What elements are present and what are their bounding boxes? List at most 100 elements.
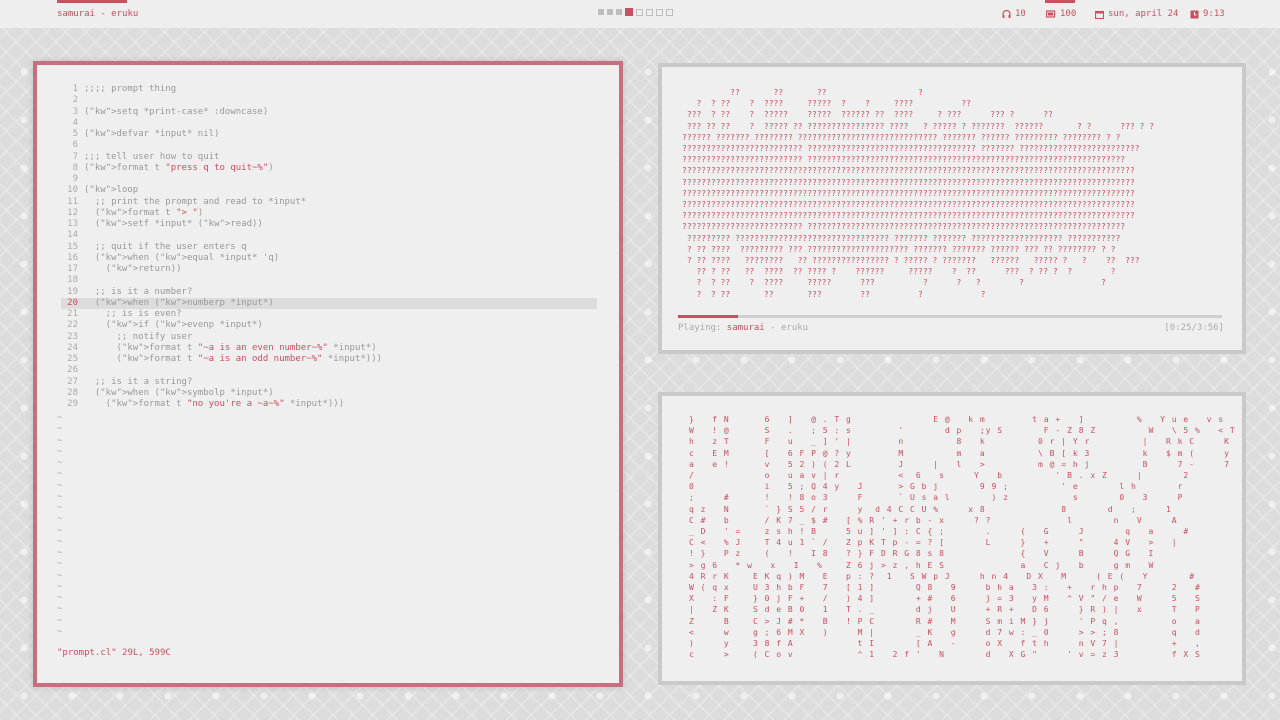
code-line[interactable]: 3 ("kw">setq *print-case* :downcase) [61,107,597,118]
code-line[interactable]: 12 ("kw">format t "> ") [61,208,597,219]
top-bar: samurai - eruku 10 100 sun, april 24 9:1… [0,0,1280,28]
workspace-1[interactable] [598,9,604,15]
line-number: 20 [67,297,78,308]
line-text: ;;;; prompt thing [84,84,177,94]
workspace-3[interactable] [616,9,622,15]
window-title: samurai - eruku [57,9,139,19]
line-number: 18 [67,275,78,286]
code-area[interactable]: 1 ;;;; prompt thing 2 3 ("kw">setq *print-ca… [61,84,597,410]
code-line[interactable]: 24 ("kw">format t "~a is an even number~… [61,343,597,354]
code-line[interactable]: 25 ("kw">format t "~a is an odd number~%… [61,354,597,365]
code-line[interactable]: 15 ;; quit if the user enters q [61,242,597,253]
line-number: 24 [67,342,78,353]
clock-icon [1190,10,1199,18]
volume-status[interactable]: 10 [1002,9,1026,19]
workspace-4[interactable] [625,8,633,16]
line-text: ("kw">setq *print-case* :downcase) [84,106,269,117]
now-playing: Playing: samurai - eruku [678,323,808,333]
code-line[interactable]: 29 ("kw">format t "no you're a ~a~%" *in… [61,399,597,410]
line-text: ("kw">format t "~a is an even number~%" … [84,342,377,353]
line-number: 15 [67,241,78,252]
editor-status-line: "prompt.cl" 29L, 599C [57,648,171,658]
line-text: ("kw">format t "no you're a ~a~%" *input… [84,399,345,409]
line-number: 29 [67,399,78,409]
line-number: 3 [72,106,78,117]
code-line[interactable]: 28 ("kw">when ("kw">symbolp *input*) [61,388,597,399]
workspace-6[interactable] [646,9,653,16]
playback-time: [0:25/3:56] [1164,323,1224,333]
workspace-5[interactable] [636,9,643,16]
volume-value: 10 [1015,9,1026,19]
code-line[interactable]: 14 [61,230,597,241]
line-number: 6 [72,140,78,151]
code-line[interactable]: 27 ;; is it a string? [61,377,597,388]
line-number: 23 [67,331,78,342]
code-line[interactable]: 23 ;; notify user [61,332,597,343]
clock-value: 9:13 [1203,9,1225,19]
line-number: 14 [67,230,78,241]
workspace-2[interactable] [607,9,613,15]
line-number: 13 [67,219,78,229]
code-line[interactable]: 11 ;; print the prompt and read to *inpu… [61,197,597,208]
code-line[interactable]: 21 ;; is is even? [61,309,597,320]
line-text: ;; is it a string? [84,376,193,387]
workspace-8[interactable] [666,9,673,16]
code-line[interactable]: 20 ("kw">when ("kw">numberp *input*) [61,297,597,309]
battery-status: 100 [1046,9,1076,19]
workspace-7[interactable] [656,9,663,16]
code-line[interactable]: 2 [61,95,597,106]
line-text: ;;; tell user how to quit [84,151,220,162]
code-line[interactable]: 13 ("kw">setf *input* ("kw">read)) [61,219,597,230]
line-text: ("kw">when ("kw">numberp *input*) [84,297,274,308]
line-text: ;; print the prompt and read to *input* [84,196,307,207]
line-number: 28 [67,387,78,398]
line-number: 10 [67,185,78,196]
battery-value: 100 [1060,9,1077,19]
empty-line-markers: ~ ~ ~ ~ ~ ~ ~ ~ ~ ~ ~ ~ ~ ~ ~ ~ ~ ~ ~ ~ [57,413,63,637]
line-text: ("kw">setf *input* ("kw">read)) [84,219,263,229]
code-line[interactable]: 10 ("kw">loop [61,185,597,196]
line-number: 5 [72,129,78,139]
line-number: 21 [67,309,78,319]
line-number: 25 [67,354,78,364]
line-text: ("kw">when ("kw">equal *input* 'q) [84,252,280,263]
code-line[interactable]: 9 [61,174,597,185]
matrix-rain-window: } f N 6 ] @ . T g E @ k m t a + ] % Y u … [658,392,1246,685]
line-number: 27 [67,376,78,387]
song-title: samurai [726,323,765,333]
code-line[interactable]: 6 [61,140,597,151]
code-line[interactable]: 19 ;; is it a number? [61,287,597,298]
line-text: ("kw">defvar *input* nil) [84,129,220,139]
calendar-icon [1095,10,1104,19]
line-number: 12 [67,207,78,218]
code-line[interactable]: 22 ("kw">if ("kw">evenp *input*) [61,320,597,331]
code-line[interactable]: 18 [61,275,597,286]
headphones-icon [1002,9,1011,18]
line-text: ("kw">if ("kw">evenp *input*) [84,320,263,331]
playback-progress-bar[interactable] [678,315,1222,318]
playing-label: Playing: [678,323,722,333]
code-line[interactable]: 26 [61,365,597,376]
line-text: ;; is it a number? [84,286,193,297]
editor-window[interactable]: 1 ;;;; prompt thing 2 3 ("kw">setq *print-ca… [33,61,623,687]
line-number: 7 [72,151,78,162]
line-number: 9 [72,174,78,184]
workspace-indicator[interactable] [598,8,673,16]
line-number: 26 [67,365,78,376]
code-line[interactable]: 1 ;;;; prompt thing [61,84,597,95]
title-accent [57,0,127,3]
code-line[interactable]: 7 ;;; tell user how to quit [61,152,597,163]
artist-name: eruku [780,323,809,333]
matrix-rain-text: } f N 6 ] @ . T g E @ k m t a + ] % Y u … [689,415,1236,660]
line-text: ("kw">format t "> ") [84,207,204,218]
code-line[interactable]: 4 [61,118,597,129]
playback-progress-fill [678,315,738,318]
code-line[interactable]: 8 ("kw">format t "press q to quit~%") [61,163,597,174]
line-number: 8 [72,162,78,173]
line-number: 4 [72,117,78,128]
line-number: 2 [72,95,78,106]
code-line[interactable]: 17 ("kw">return)) [61,264,597,275]
code-line[interactable]: 5 ("kw">defvar *input* nil) [61,129,597,140]
battery-icon [1046,10,1056,18]
code-line[interactable]: 16 ("kw">when ("kw">equal *input* 'q) [61,253,597,264]
